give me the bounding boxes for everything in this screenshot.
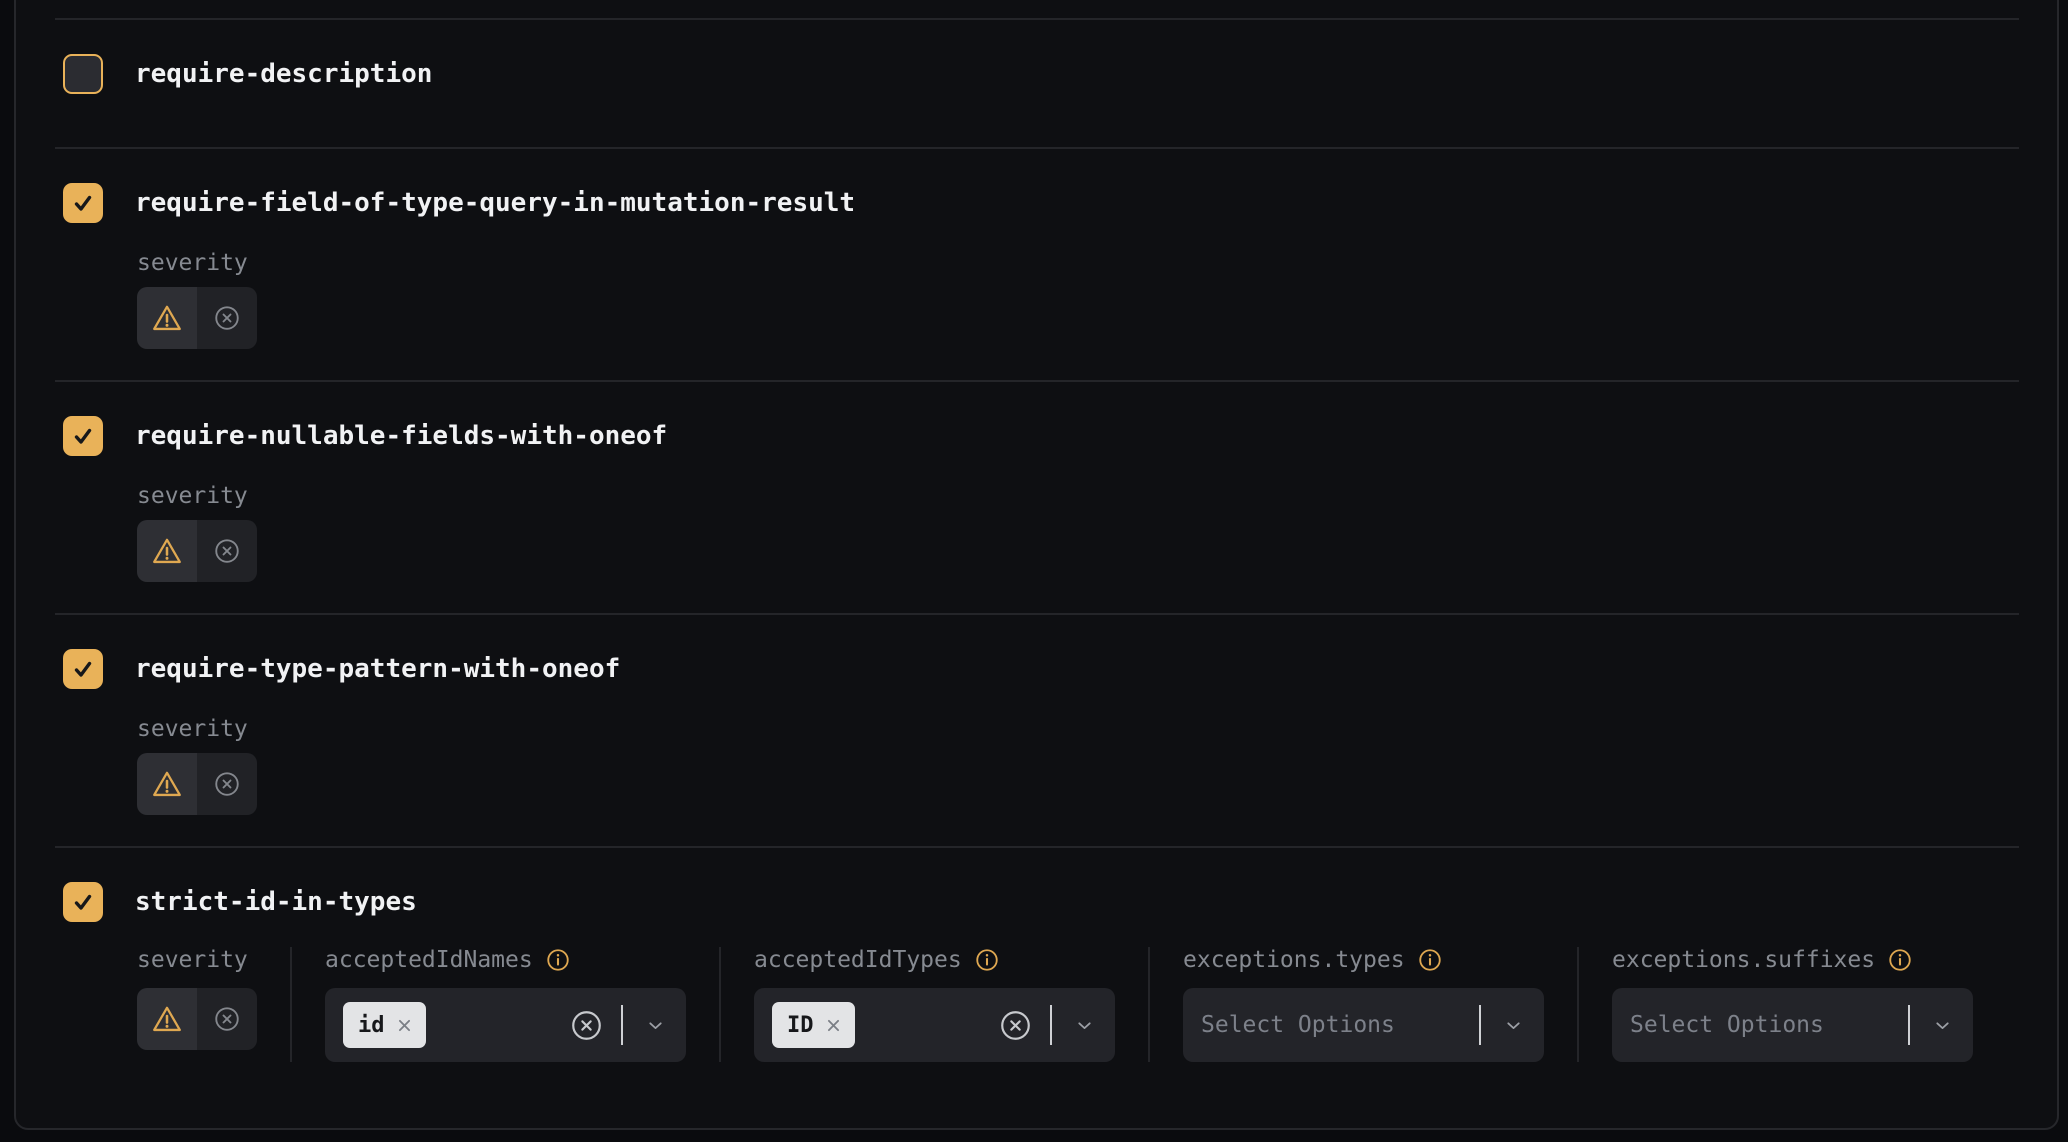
- severity-label: severity: [137, 716, 2057, 742]
- selected-tag: id: [343, 1002, 426, 1048]
- circle-x-icon: [212, 536, 242, 566]
- info-circle-icon[interactable]: [974, 947, 1000, 973]
- exceptions-types-column: exceptions.types Select Options: [1183, 947, 1544, 1062]
- rule-checkbox[interactable]: [63, 649, 103, 689]
- exceptions-suffixes-column: exceptions.suffixes Select Options: [1612, 947, 1973, 1062]
- acceptedIdNames-column: acceptedIdNames id: [325, 947, 686, 1062]
- exceptions-suffixes-multiselect[interactable]: Select Options: [1612, 988, 1973, 1062]
- severity-off-button[interactable]: [197, 988, 257, 1050]
- circle-x-icon: [212, 769, 242, 799]
- row-divider: [55, 846, 2019, 848]
- acceptedIdTypes-multiselect[interactable]: ID: [754, 988, 1115, 1062]
- checkmark-icon: [71, 191, 95, 215]
- rule-row-require-description: require-description: [16, 54, 2057, 147]
- select-placeholder: Select Options: [1201, 1012, 1395, 1038]
- warning-triangle-icon: [151, 535, 183, 567]
- rule-title: require-type-pattern-with-oneof: [135, 654, 620, 684]
- checkmark-icon: [71, 657, 95, 681]
- chevron-down-icon[interactable]: [1503, 1015, 1524, 1036]
- field-label: acceptedIdNames: [325, 947, 533, 973]
- field-label: acceptedIdTypes: [754, 947, 962, 973]
- rule-row-strict-id-in-types: strict-id-in-types severity ac: [16, 882, 2057, 1102]
- column-divider: [290, 947, 292, 1062]
- rule-title: require-field-of-type-query-in-mutation-…: [135, 188, 855, 218]
- severity-warn-button[interactable]: [137, 988, 197, 1050]
- field-separator: [1479, 1005, 1481, 1045]
- severity-label: severity: [137, 947, 257, 973]
- acceptedIdTypes-column: acceptedIdTypes ID: [754, 947, 1115, 1062]
- severity-warn-button[interactable]: [137, 287, 197, 349]
- info-circle-icon[interactable]: [545, 947, 571, 973]
- x-icon[interactable]: [396, 1017, 413, 1034]
- field-separator: [621, 1005, 623, 1045]
- info-circle-icon[interactable]: [1887, 947, 1913, 973]
- row-divider: [55, 613, 2019, 615]
- x-icon[interactable]: [825, 1017, 842, 1034]
- severity-label: severity: [137, 483, 2057, 509]
- field-label: exceptions.types: [1183, 947, 1405, 973]
- rule-checkbox[interactable]: [63, 183, 103, 223]
- severity-off-button[interactable]: [197, 753, 257, 815]
- checkmark-icon: [71, 890, 95, 914]
- rule-options-row: severity acceptedIdNames: [137, 947, 2057, 1102]
- severity-off-button[interactable]: [197, 287, 257, 349]
- row-divider: [55, 380, 2019, 382]
- rule-title: require-description: [135, 59, 432, 89]
- rule-title: require-nullable-fields-with-oneof: [135, 421, 667, 451]
- field-separator: [1908, 1005, 1910, 1045]
- severity-off-button[interactable]: [197, 520, 257, 582]
- chevron-down-icon[interactable]: [1074, 1015, 1095, 1036]
- rule-row-require-nullable-fields-with-oneof: require-nullable-fields-with-oneof sever…: [16, 416, 2057, 613]
- rule-checkbox[interactable]: [63, 54, 103, 94]
- warning-triangle-icon: [151, 1003, 183, 1035]
- column-divider: [719, 947, 721, 1062]
- clear-all-circle-x-icon[interactable]: [568, 1007, 605, 1044]
- severity-toggle: [137, 753, 257, 815]
- exceptions-types-multiselect[interactable]: Select Options: [1183, 988, 1544, 1062]
- clear-all-circle-x-icon[interactable]: [997, 1007, 1034, 1044]
- warning-triangle-icon: [151, 302, 183, 334]
- rule-checkbox[interactable]: [63, 416, 103, 456]
- severity-warn-button[interactable]: [137, 753, 197, 815]
- rules-panel: require-description require-field-of-typ…: [14, 0, 2059, 1130]
- severity-warn-button[interactable]: [137, 520, 197, 582]
- field-label: exceptions.suffixes: [1612, 947, 1875, 973]
- field-separator: [1050, 1005, 1052, 1045]
- selected-tag: ID: [772, 1002, 855, 1048]
- row-divider: [55, 147, 2019, 149]
- select-placeholder: Select Options: [1630, 1012, 1824, 1038]
- circle-x-icon: [212, 303, 242, 333]
- rule-row-require-type-pattern-with-oneof: require-type-pattern-with-oneof severity: [16, 649, 2057, 846]
- checkmark-icon: [71, 424, 95, 448]
- chevron-down-icon[interactable]: [645, 1015, 666, 1036]
- acceptedIdNames-multiselect[interactable]: id: [325, 988, 686, 1062]
- chevron-down-icon[interactable]: [1932, 1015, 1953, 1036]
- rule-title: strict-id-in-types: [135, 887, 417, 917]
- warning-triangle-icon: [151, 768, 183, 800]
- severity-toggle: [137, 988, 257, 1050]
- row-divider: [55, 18, 2019, 20]
- info-circle-icon[interactable]: [1417, 947, 1443, 973]
- column-divider: [1148, 947, 1150, 1062]
- severity-toggle: [137, 520, 257, 582]
- column-divider: [1577, 947, 1579, 1062]
- panel-spacer: [16, 0, 2057, 18]
- severity-column: severity: [137, 947, 257, 1050]
- circle-x-icon: [212, 1004, 242, 1034]
- severity-label: severity: [137, 250, 2057, 276]
- tag-label: id: [358, 1013, 385, 1038]
- tag-label: ID: [787, 1013, 814, 1038]
- severity-toggle: [137, 287, 257, 349]
- rule-checkbox[interactable]: [63, 882, 103, 922]
- rule-row-require-field-of-type-query-in-mutation-result: require-field-of-type-query-in-mutation-…: [16, 183, 2057, 380]
